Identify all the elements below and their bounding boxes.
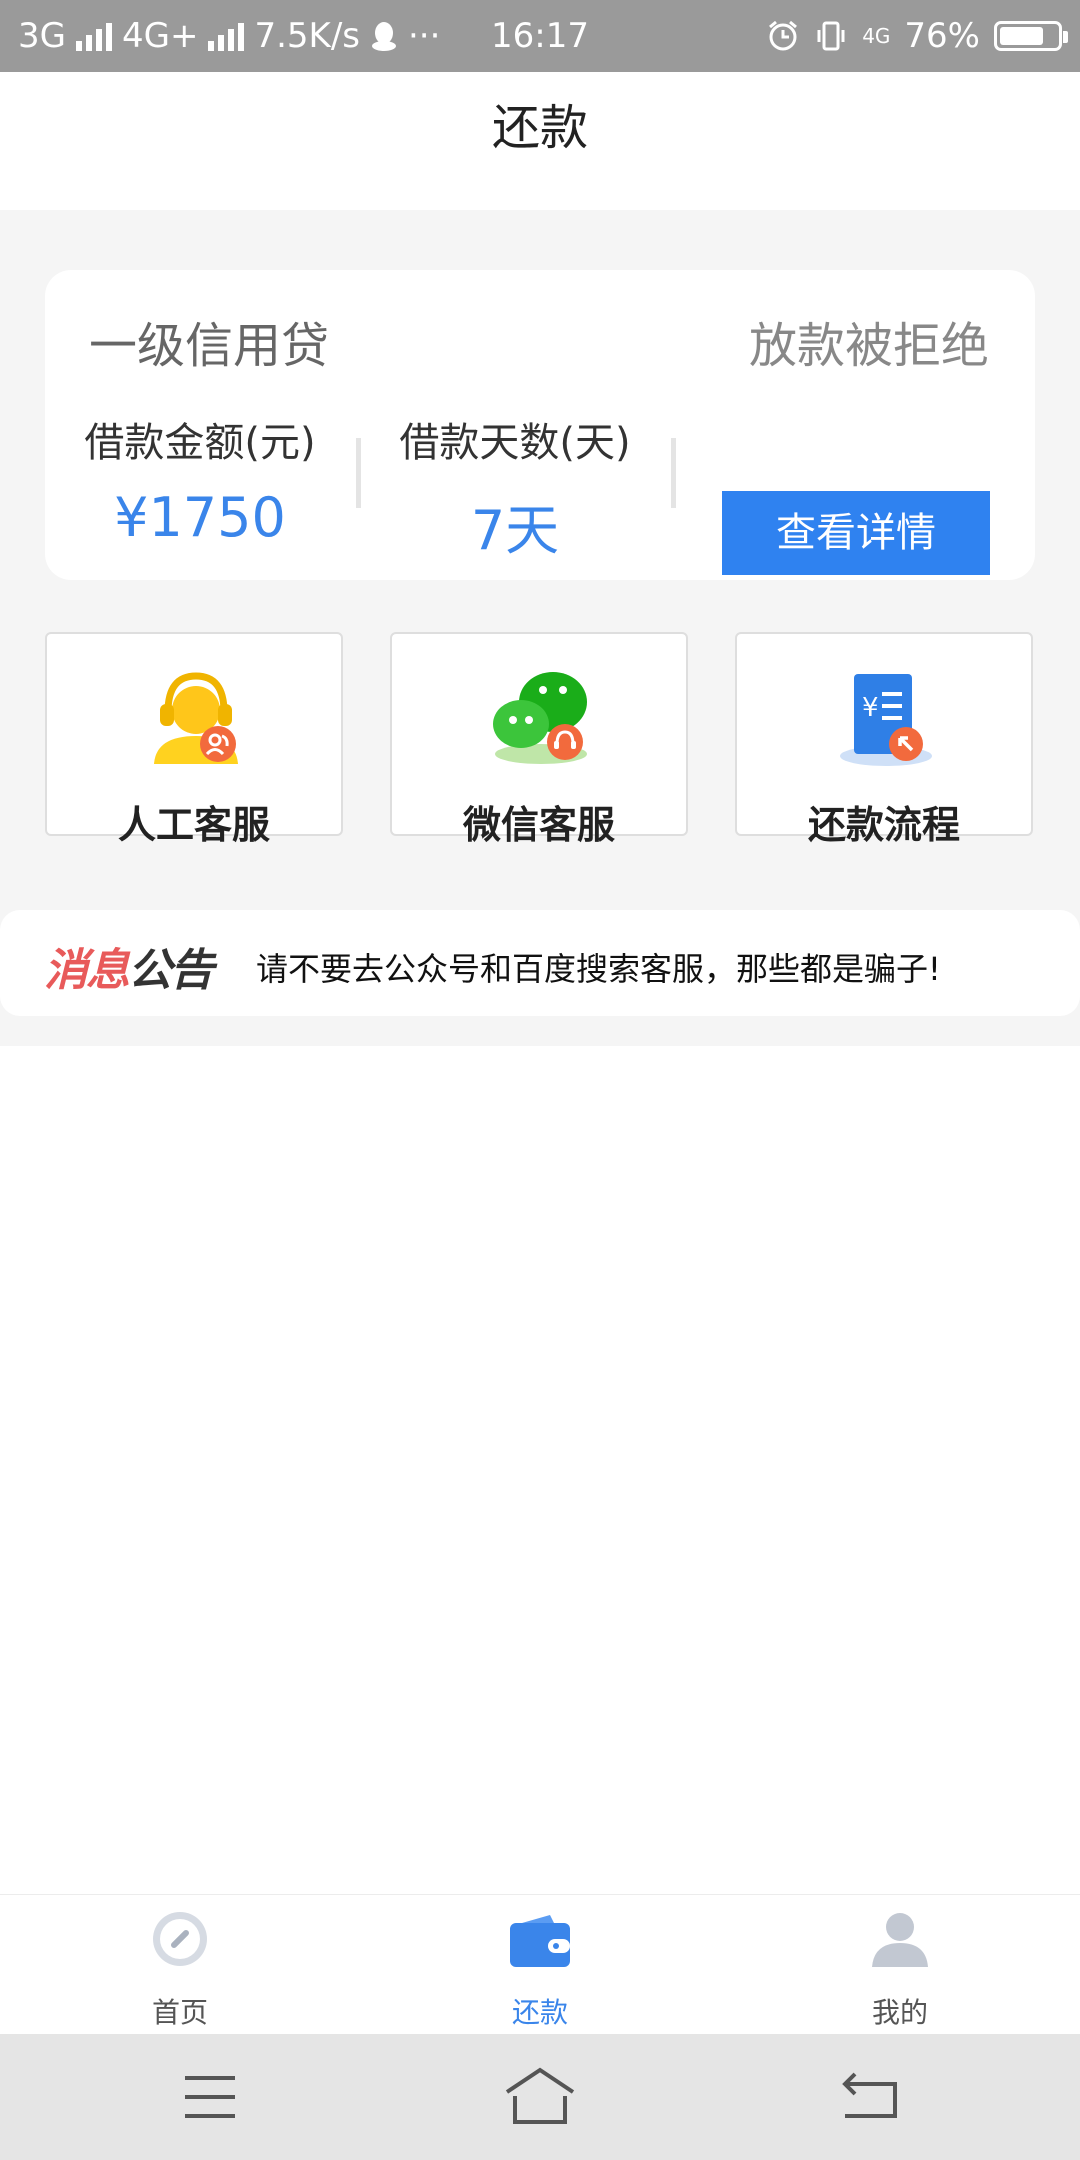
repayment-process-icon: ¥ (840, 674, 932, 766)
tab-label-repayment: 还款 (511, 1996, 568, 2029)
loan-amount-label: 借款金额(元) (84, 420, 316, 466)
network-type-3g: 3G (18, 16, 66, 56)
metric-divider-2 (671, 438, 676, 508)
battery-fill (1000, 27, 1043, 45)
tab-home[interactable]: 首页 (0, 1895, 360, 2035)
system-nav-bar (0, 2034, 1080, 2160)
wallet-icon (510, 1915, 570, 1967)
service-tile-wechat-support[interactable]: 微信客服 (390, 632, 688, 847)
tab-label-home: 首页 (151, 1996, 208, 2029)
svg-text:¥: ¥ (862, 693, 879, 723)
loan-days: 借款天数(天) 7天 (380, 410, 650, 565)
page-title: 还款 (491, 100, 588, 156)
compass-icon (153, 1912, 207, 1966)
loan-card: 一级信用贷 放款被拒绝 借款金额(元) ¥1750 借款天数(天) 7天 查看详… (45, 270, 1035, 580)
loan-days-value: 7天 (470, 499, 560, 562)
metric-divider (356, 438, 361, 508)
network-4g-small: 4G (862, 24, 891, 48)
loan-days-label: 借款天数(天) (399, 420, 631, 466)
content-area: 一级信用贷 放款被拒绝 借款金额(元) ¥1750 借款天数(天) 7天 查看详… (0, 210, 1080, 1046)
qq-icon (372, 22, 396, 51)
signal-strength-icon (75, 21, 112, 51)
notice-bar: 消息公告 请不要去公众号和百度搜索客服，那些都是骗子! (0, 910, 1080, 1016)
signal-strength-icon-2 (208, 21, 245, 51)
service-label-human-support: 人工客服 (117, 803, 270, 847)
battery-percent: 76% (904, 16, 980, 56)
tab-mine[interactable]: 我的 (720, 1895, 1080, 2035)
service-label-repayment-process: 还款流程 (807, 803, 960, 847)
service-tile-repayment-process[interactable]: ¥ 还款流程 (735, 632, 1033, 847)
home-icon[interactable] (495, 2062, 585, 2132)
vibrate-icon (817, 21, 845, 51)
battery-icon (994, 21, 1068, 51)
network-type-4g: 4G+ (121, 16, 199, 56)
tab-repayment[interactable]: 还款 (360, 1895, 720, 2035)
back-icon[interactable] (825, 2062, 915, 2132)
loan-amount: 借款金额(元) ¥1750 (65, 410, 335, 549)
network-speed: 7.5K/s (254, 16, 360, 56)
notice-badge: 消息公告 (44, 934, 214, 998)
service-tile-human-support[interactable]: 人工客服 (45, 632, 343, 847)
loan-product-name: 一级信用贷 (89, 318, 330, 374)
status-bar: 3G 4G+ 7.5K/s ··· 16:17 4G 76% (0, 0, 1080, 72)
loan-amount-value: ¥1750 (114, 486, 286, 549)
loan-status: 放款被拒绝 (748, 318, 989, 374)
more-notifications-icon: ··· (408, 16, 441, 56)
user-icon (872, 1913, 928, 1967)
title-bar: 还款 (0, 72, 1080, 210)
wechat-chat-icon (493, 672, 587, 764)
tab-label-mine: 我的 (871, 1996, 928, 2029)
notice-text: 请不要去公众号和百度搜索客服，那些都是骗子! (256, 950, 941, 988)
customer-service-agent-icon (154, 672, 238, 764)
service-label-wechat-support: 微信客服 (462, 803, 615, 847)
view-details-button[interactable]: 查看详情 (722, 491, 990, 575)
menu-icon[interactable] (165, 2062, 255, 2132)
alarm-icon (769, 20, 798, 51)
notice-badge-red: 消息 (44, 945, 130, 996)
notice-badge-dark: 公告 (128, 945, 214, 996)
bottom-tab-bar: 首页 还款 我的 (0, 1894, 1080, 2035)
